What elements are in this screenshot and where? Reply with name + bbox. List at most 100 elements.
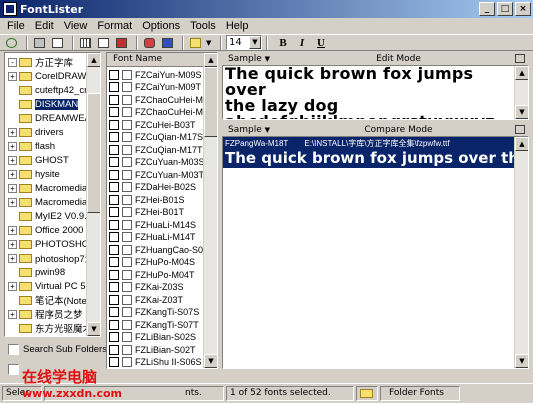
scroll-up-icon[interactable]: ▲ (87, 53, 100, 67)
tree-item[interactable]: + flash (8, 139, 55, 153)
font-checkbox[interactable] (109, 194, 119, 205)
font-checkbox[interactable] (109, 244, 119, 255)
font-checkbox[interactable] (109, 94, 119, 105)
tree-item[interactable]: + drivers (8, 125, 64, 139)
expand-icon[interactable]: + (8, 309, 17, 319)
compare-area[interactable]: FZPangWa-M18T E:\INSTALL\字库\方正字库全集\fzpwf… (222, 136, 529, 369)
font-checkbox[interactable] (109, 319, 119, 330)
menu-view[interactable]: View (59, 20, 93, 32)
tree-item[interactable]: DREAMWEAV (8, 111, 97, 125)
tree-item[interactable]: 笔记本(Noteb (8, 293, 92, 307)
font-list-scrollbar[interactable]: ▲ ▼ (203, 53, 217, 368)
menu-edit[interactable]: Edit (30, 20, 59, 32)
font-list-item[interactable]: FZHuangCao-S09S (109, 243, 214, 257)
edit-sample-dropdown[interactable]: Sample ▼ (222, 54, 282, 64)
scroll-down-icon[interactable]: ▼ (515, 105, 528, 119)
tree-item[interactable]: + Virtual PC 5.1 (8, 279, 93, 293)
tree-item[interactable]: cuteftp42_cn (8, 83, 89, 97)
edit-sample-area[interactable]: The quick brown fox jumps over the lazy … (222, 65, 529, 120)
font-list-item[interactable]: FZCuQian-M17T (109, 143, 203, 157)
option-checkbox[interactable] (8, 364, 19, 375)
compare-scrollbar[interactable]: ▲ ▼ (514, 137, 528, 368)
menu-file[interactable]: File (2, 20, 30, 32)
edit-scrollbar[interactable]: ▲ ▼ (514, 66, 528, 119)
font-checkbox[interactable] (109, 294, 119, 305)
font-checkbox[interactable] (109, 332, 119, 343)
font-checkbox[interactable] (109, 269, 119, 280)
font-list-item[interactable]: FZHuPo-M04T (109, 268, 195, 282)
expand-icon[interactable]: + (8, 141, 17, 151)
folder-dropdown-icon[interactable]: ▼ (206, 39, 216, 47)
maximize-button[interactable]: □ (497, 2, 513, 16)
font-list-item[interactable]: FZCuQian-M17S (109, 131, 203, 145)
copy-icon[interactable] (160, 36, 176, 50)
font-checkbox[interactable] (109, 107, 119, 118)
font-list[interactable]: Font Name FZCaiYun-M09S FZCaiYun-M09T FZCh… (106, 52, 218, 369)
tree-item[interactable]: DISKMAN (8, 97, 79, 111)
folder-tree[interactable]: - 方正字库 + CorelDRAW 1 cuteftp42_cn DISKMAN DREA… (4, 52, 101, 337)
font-checkbox[interactable] (109, 119, 119, 130)
font-list-item[interactable]: FZCuHei-B03T (109, 118, 196, 132)
expand-icon[interactable]: + (8, 155, 17, 165)
compare-sample-dropdown[interactable]: Sample ▼ (222, 125, 282, 135)
edit-sample-text[interactable]: The quick brown fox jumps over the lazy … (225, 66, 515, 119)
italic-button[interactable]: I (294, 36, 310, 50)
expand-icon[interactable]: + (8, 127, 17, 137)
scroll-thumb[interactable] (204, 67, 217, 137)
font-list-item[interactable]: FZDaHei-B02S (109, 181, 196, 195)
search-sub-folders-checkbox[interactable] (8, 344, 19, 355)
tree-item[interactable]: + hysite (8, 167, 60, 181)
font-checkbox[interactable] (109, 219, 119, 230)
font-list-item[interactable]: FZLiBian-S02S (109, 331, 196, 345)
font-checkbox[interactable] (109, 157, 119, 168)
charmap-icon[interactable] (96, 36, 112, 50)
tree-item[interactable]: + Macromedia Fl (8, 195, 98, 209)
chevron-down-icon[interactable]: ▼ (249, 36, 261, 49)
font-list-item[interactable]: FZChaoCuHei-M10T (109, 106, 217, 120)
scroll-thumb[interactable] (87, 93, 100, 213)
font-checkbox[interactable] (109, 207, 119, 218)
install-icon[interactable] (114, 36, 130, 50)
font-list-item[interactable]: FZCaiYun-M09T (109, 81, 201, 95)
font-checkbox[interactable] (109, 169, 119, 180)
expand-icon[interactable]: + (8, 197, 17, 207)
font-list-item[interactable]: FZHuaLi-M14T (109, 231, 196, 245)
font-list-item[interactable]: FZKai-Z03T (109, 293, 183, 307)
font-checkbox[interactable] (109, 232, 119, 243)
font-checkbox[interactable] (109, 307, 119, 318)
option-checkbox-row[interactable] (8, 364, 23, 375)
expand-icon[interactable]: + (8, 281, 17, 291)
expand-icon[interactable]: + (8, 183, 17, 193)
tree-item[interactable]: + Macromedia Fl (8, 181, 98, 195)
bold-button[interactable]: B (275, 36, 291, 50)
tree-item[interactable]: + Office 2000 (8, 223, 83, 237)
expand-icon[interactable]: + (8, 253, 17, 263)
font-checkbox[interactable] (109, 144, 119, 155)
font-checkbox[interactable] (109, 82, 119, 93)
font-checkbox[interactable] (109, 257, 119, 268)
tree-item[interactable]: + PHOTOSHOP (8, 237, 96, 251)
expand-icon[interactable]: + (8, 169, 17, 179)
scroll-down-icon[interactable]: ▼ (515, 354, 528, 368)
scroll-up-icon[interactable]: ▲ (204, 53, 217, 67)
expand-icon[interactable]: + (8, 225, 17, 235)
refresh-icon[interactable] (4, 36, 20, 50)
scroll-down-icon[interactable]: ▼ (87, 322, 100, 336)
font-list-item[interactable]: FZLiShu II-S06S (109, 356, 202, 369)
font-list-item[interactable]: FZCuYuan-M03S (109, 156, 205, 170)
maximize-panel-icon[interactable] (515, 125, 525, 134)
font-list-item[interactable]: FZKangTi-S07T (109, 318, 199, 332)
menu-format[interactable]: Format (92, 20, 137, 32)
font-list-item[interactable]: FZCaiYun-M09S (109, 68, 202, 82)
scroll-up-icon[interactable]: ▲ (515, 66, 528, 80)
tree-item[interactable]: + 程序员之梦 (8, 307, 83, 321)
expand-icon[interactable]: + (8, 239, 17, 249)
folder-icon[interactable] (188, 36, 204, 50)
compare-row-selected[interactable]: FZPangWa-M18T E:\INSTALL\字库\方正字库全集\fzpwf… (223, 137, 528, 168)
close-button[interactable]: × (515, 2, 531, 16)
font-list-item[interactable]: FZLiBian-S02T (109, 343, 196, 357)
font-list-item[interactable]: FZHei-B01S (109, 193, 185, 207)
maximize-panel-icon[interactable] (515, 54, 525, 63)
font-checkbox[interactable] (109, 69, 119, 80)
print-preview-icon[interactable] (50, 36, 66, 50)
